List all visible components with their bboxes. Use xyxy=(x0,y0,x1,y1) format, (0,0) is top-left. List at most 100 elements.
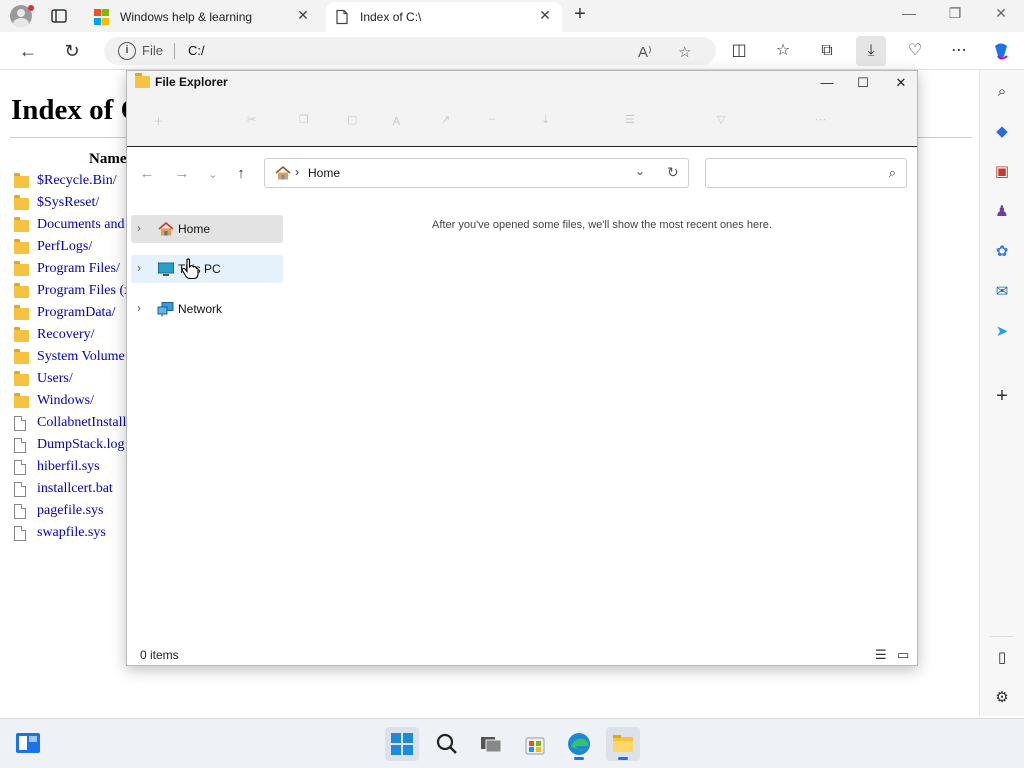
collections-icon[interactable]: ⧉ xyxy=(816,40,838,62)
entry-link[interactable]: hiberfil.sys xyxy=(37,459,100,475)
explorer-back-icon[interactable]: ← xyxy=(137,165,157,182)
favorites-icon[interactable]: ☆ xyxy=(772,40,794,62)
running-indicator xyxy=(574,757,584,760)
explorer-content-area[interactable]: After you've opened some files, we'll sh… xyxy=(287,201,917,641)
page-icon xyxy=(336,9,348,25)
entry-link[interactable]: PerfLogs/ xyxy=(37,239,92,255)
expand-chevron-icon[interactable]: › xyxy=(137,261,141,275)
taskbar-search-icon[interactable] xyxy=(430,727,464,761)
search-icon[interactable]: ⌕ xyxy=(889,165,896,181)
entry-link[interactable]: Users/ xyxy=(37,371,73,387)
folder-icon xyxy=(14,305,29,320)
url-text[interactable]: C:/ xyxy=(188,43,205,58)
tree-item-this-pc[interactable]: › This PC xyxy=(131,255,283,283)
sort-icon[interactable]: ⇣ xyxy=(541,113,550,126)
restore-button[interactable]: ❐ xyxy=(940,5,970,22)
explorer-close-button[interactable]: ✕ xyxy=(889,73,913,93)
microsoft-365-icon[interactable]: ✿ xyxy=(992,242,1012,262)
expand-chevron-icon[interactable]: › xyxy=(137,221,141,235)
new-tab-button[interactable]: + xyxy=(568,3,592,26)
explorer-refresh-icon[interactable]: ↻ xyxy=(667,164,679,181)
explorer-minimize-button[interactable]: — xyxy=(815,73,839,93)
entry-link[interactable]: swapfile.sys xyxy=(37,525,106,541)
explorer-title-bar[interactable]: File Explorer — ☐ ✕ xyxy=(127,71,917,95)
entry-link[interactable]: Windows/ xyxy=(37,393,94,409)
edge-browser-icon[interactable] xyxy=(562,727,596,761)
explorer-maximize-button[interactable]: ☐ xyxy=(851,73,875,93)
folder-entry: PerfLogs/ xyxy=(14,238,134,260)
tools-icon[interactable]: ▣ xyxy=(992,162,1012,182)
start-button[interactable] xyxy=(385,727,419,761)
entry-link[interactable]: installcert.bat xyxy=(37,481,113,497)
entry-link[interactable]: Program Files/ xyxy=(37,261,120,277)
file-icon xyxy=(14,460,26,475)
widgets-icon[interactable] xyxy=(12,727,44,759)
copy-icon[interactable]: ❐ xyxy=(299,113,309,126)
drop-icon[interactable]: ➤ xyxy=(992,322,1012,342)
hide-sidebar-icon[interactable]: ▯ xyxy=(992,648,1012,668)
read-aloud-icon[interactable]: A⁾ xyxy=(638,43,652,61)
file-icon xyxy=(14,526,26,541)
folder-entry: System Volume Information/ xyxy=(14,348,199,370)
more-menu-icon[interactable]: ⋯ xyxy=(948,40,970,62)
split-screen-icon[interactable]: ◫ xyxy=(728,40,750,62)
entry-link[interactable]: Recovery/ xyxy=(37,327,95,343)
entry-link[interactable]: ProgramData/ xyxy=(37,305,116,321)
favorite-star-icon[interactable]: ☆ xyxy=(678,43,691,61)
downloads-icon[interactable]: ⤓ xyxy=(856,36,886,66)
more-options-icon[interactable]: ⋯ xyxy=(815,113,826,126)
browser-essentials-icon[interactable]: ♡ xyxy=(904,40,926,62)
refresh-icon[interactable]: ↻ xyxy=(61,40,83,62)
entry-link[interactable]: CollabnetInstall xyxy=(37,415,126,431)
folder-entry: $Recycle.Bin/ xyxy=(14,172,134,194)
rename-icon[interactable]: Ａ xyxy=(391,113,402,129)
explorer-forward-icon[interactable]: → xyxy=(172,165,192,182)
address-bar[interactable]: i File C:/ A⁾ ☆ xyxy=(104,37,716,65)
add-sidebar-app-icon[interactable]: + xyxy=(992,386,1012,406)
task-view-icon[interactable] xyxy=(474,727,508,761)
cut-icon[interactable]: ✂ xyxy=(247,113,256,126)
tab-actions-icon[interactable] xyxy=(50,7,68,25)
shopping-tag-icon[interactable]: ◆ xyxy=(992,122,1012,142)
tree-item-home[interactable]: › Home xyxy=(131,215,283,243)
recent-locations-icon[interactable]: ⌄ xyxy=(203,168,223,181)
copilot-icon[interactable] xyxy=(990,40,1012,62)
chevron-down-icon[interactable]: ⌄ xyxy=(635,164,645,178)
filter-icon[interactable]: ▽ xyxy=(717,113,725,126)
entry-link[interactable]: pagefile.sys xyxy=(37,503,103,519)
explorer-search-input[interactable]: ⌕ xyxy=(705,158,907,188)
protocol-label: File xyxy=(142,43,163,58)
details-view-icon[interactable]: ☰ xyxy=(875,647,887,663)
tab-close-icon[interactable]: ✕ xyxy=(536,7,554,24)
back-icon[interactable]: ← xyxy=(17,40,39,62)
tab-close-icon[interactable]: ✕ xyxy=(294,7,312,24)
microsoft-store-icon[interactable] xyxy=(518,727,552,761)
expand-chevron-icon[interactable]: › xyxy=(137,301,141,315)
outlook-icon[interactable]: ✉ xyxy=(992,282,1012,302)
chevron-right-icon[interactable]: › xyxy=(295,165,299,179)
info-icon[interactable]: i xyxy=(118,42,136,60)
delete-icon[interactable]: – xyxy=(489,113,495,125)
search-icon[interactable]: ⌕ xyxy=(992,82,1012,102)
minimize-button[interactable]: — xyxy=(894,5,924,21)
settings-gear-icon[interactable]: ⚙ xyxy=(992,688,1012,708)
name-column-header[interactable]: Name xyxy=(89,151,127,168)
tiles-view-icon[interactable]: ▭ xyxy=(897,647,909,663)
file-explorer-taskbar-icon[interactable] xyxy=(606,727,640,761)
entry-link[interactable]: $SysReset/ xyxy=(37,195,99,211)
new-icon[interactable]: ＋ xyxy=(153,113,164,129)
active-indicator xyxy=(618,757,628,760)
entry-link[interactable]: DumpStack.log xyxy=(37,437,125,453)
games-icon[interactable]: ♟ xyxy=(992,202,1012,222)
tab-index-of-c[interactable]: Index of C:\ ✕ xyxy=(326,2,562,32)
tab-windows-help[interactable]: Windows help & learning ✕ xyxy=(86,2,320,32)
tree-item-network[interactable]: › Network xyxy=(131,295,283,323)
entry-link[interactable]: $Recycle.Bin/ xyxy=(37,173,117,189)
view-icon[interactable]: ☰ xyxy=(625,113,635,126)
location-text[interactable]: Home xyxy=(308,166,340,180)
share-icon[interactable]: ↗ xyxy=(441,113,450,126)
up-icon[interactable]: ↑ xyxy=(231,165,251,182)
explorer-address-bar[interactable]: › Home ⌄ ↻ xyxy=(264,158,689,188)
close-button[interactable]: ✕ xyxy=(986,5,1016,22)
paste-icon[interactable]: ▢ xyxy=(347,113,357,126)
